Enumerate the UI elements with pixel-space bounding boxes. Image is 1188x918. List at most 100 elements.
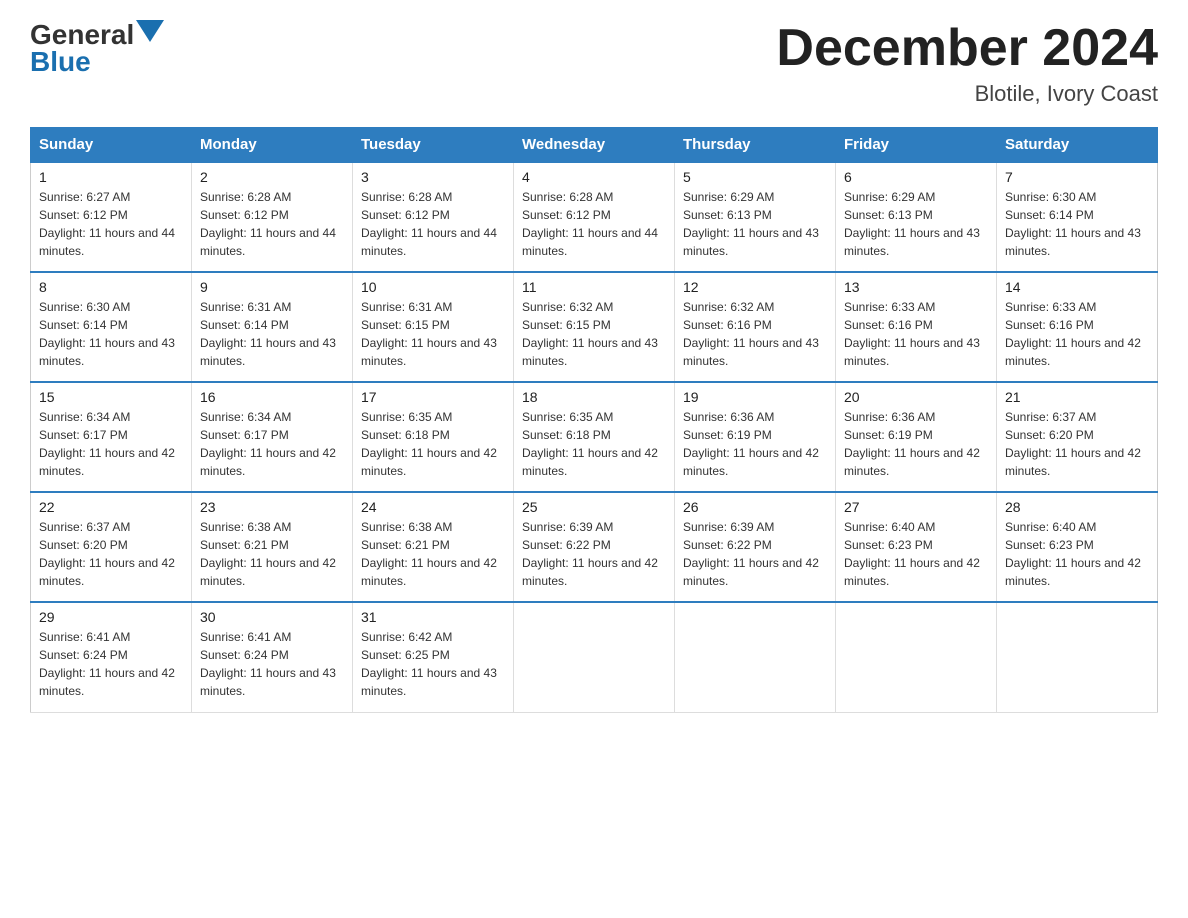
day-info: Sunrise: 6:32 AMSunset: 6:16 PMDaylight:… <box>683 298 827 370</box>
day-number: 20 <box>844 389 988 405</box>
day-info: Sunrise: 6:32 AMSunset: 6:15 PMDaylight:… <box>522 298 666 370</box>
day-number: 30 <box>200 609 344 625</box>
calendar-table: SundayMondayTuesdayWednesdayThursdayFrid… <box>30 127 1158 713</box>
calendar-cell: 7 Sunrise: 6:30 AMSunset: 6:14 PMDaylight… <box>997 162 1158 272</box>
page-header: General Blue December 2024 Blotile, Ivor… <box>30 20 1158 107</box>
calendar-cell: 23Sunrise: 6:38 AMSunset: 6:21 PMDayligh… <box>192 492 353 602</box>
day-info: Sunrise: 6:29 AMSunset: 6:13 PMDaylight:… <box>683 188 827 260</box>
calendar-cell: 17 Sunrise: 6:35 AMSunset: 6:18 PMDayligh… <box>353 382 514 492</box>
calendar-cell <box>836 602 997 712</box>
calendar-header-thursday: Thursday <box>675 128 836 163</box>
logo-arrow-icon <box>136 20 164 48</box>
day-info: Sunrise: 6:30 AMSunset: 6:14 PMDaylight:… <box>1005 188 1149 260</box>
calendar-week-row: 8 Sunrise: 6:30 AMSunset: 6:14 PMDaylight… <box>31 272 1158 382</box>
day-number: 19 <box>683 389 827 405</box>
calendar-cell: 10 Sunrise: 6:31 AMSunset: 6:15 PMDayligh… <box>353 272 514 382</box>
day-info: Sunrise: 6:33 AMSunset: 6:16 PMDaylight:… <box>844 298 988 370</box>
calendar-header-friday: Friday <box>836 128 997 163</box>
calendar-cell <box>997 602 1158 712</box>
calendar-cell: 30 Sunrise: 6:41 AMSunset: 6:24 PMDayligh… <box>192 602 353 712</box>
logo-blue-text: Blue <box>30 48 91 76</box>
calendar-cell: 25Sunrise: 6:39 AMSunset: 6:22 PMDayligh… <box>514 492 675 602</box>
day-info: Sunrise: 6:28 AMSunset: 6:12 PMDaylight:… <box>361 188 505 260</box>
calendar-cell: 8 Sunrise: 6:30 AMSunset: 6:14 PMDaylight… <box>31 272 192 382</box>
title-block: December 2024 Blotile, Ivory Coast <box>776 20 1158 107</box>
day-info: Sunrise: 6:27 AMSunset: 6:12 PMDaylight:… <box>39 188 183 260</box>
day-number: 31 <box>361 609 505 625</box>
calendar-cell: 19 Sunrise: 6:36 AMSunset: 6:19 PMDayligh… <box>675 382 836 492</box>
day-number: 14 <box>1005 279 1149 295</box>
calendar-cell: 31 Sunrise: 6:42 AMSunset: 6:25 PMDayligh… <box>353 602 514 712</box>
day-info: Sunrise: 6:41 AMSunset: 6:24 PMDaylight:… <box>39 628 183 700</box>
day-number: 29 <box>39 609 183 625</box>
calendar-cell: 12 Sunrise: 6:32 AMSunset: 6:16 PMDayligh… <box>675 272 836 382</box>
day-number: 10 <box>361 279 505 295</box>
calendar-cell: 27Sunrise: 6:40 AMSunset: 6:23 PMDayligh… <box>836 492 997 602</box>
calendar-week-row: 15 Sunrise: 6:34 AMSunset: 6:17 PMDayligh… <box>31 382 1158 492</box>
calendar-cell: 13 Sunrise: 6:33 AMSunset: 6:16 PMDayligh… <box>836 272 997 382</box>
day-number: 2 <box>200 169 344 185</box>
day-number: 8 <box>39 279 183 295</box>
page-title: December 2024 <box>776 20 1158 77</box>
calendar-cell: 1Sunrise: 6:27 AMSunset: 6:12 PMDaylight… <box>31 162 192 272</box>
day-number: 27 <box>844 499 988 515</box>
day-info: Sunrise: 6:34 AMSunset: 6:17 PMDaylight:… <box>39 408 183 480</box>
day-info: Sunrise: 6:38 AMSunset: 6:21 PMDaylight:… <box>200 518 344 590</box>
calendar-cell: 24Sunrise: 6:38 AMSunset: 6:21 PMDayligh… <box>353 492 514 602</box>
day-number: 6 <box>844 169 988 185</box>
calendar-header-sunday: Sunday <box>31 128 192 163</box>
day-info: Sunrise: 6:42 AMSunset: 6:25 PMDaylight:… <box>361 628 505 700</box>
calendar-cell: 6 Sunrise: 6:29 AMSunset: 6:13 PMDaylight… <box>836 162 997 272</box>
day-number: 4 <box>522 169 666 185</box>
day-info: Sunrise: 6:35 AMSunset: 6:18 PMDaylight:… <box>361 408 505 480</box>
page-subtitle: Blotile, Ivory Coast <box>776 81 1158 107</box>
day-number: 12 <box>683 279 827 295</box>
day-info: Sunrise: 6:40 AMSunset: 6:23 PMDaylight:… <box>1005 518 1149 590</box>
calendar-cell: 16 Sunrise: 6:34 AMSunset: 6:17 PMDayligh… <box>192 382 353 492</box>
calendar-header-saturday: Saturday <box>997 128 1158 163</box>
calendar-week-row: 29 Sunrise: 6:41 AMSunset: 6:24 PMDayligh… <box>31 602 1158 712</box>
day-number: 21 <box>1005 389 1149 405</box>
day-info: Sunrise: 6:30 AMSunset: 6:14 PMDaylight:… <box>39 298 183 370</box>
day-number: 3 <box>361 169 505 185</box>
calendar-cell: 9Sunrise: 6:31 AMSunset: 6:14 PMDaylight… <box>192 272 353 382</box>
day-info: Sunrise: 6:41 AMSunset: 6:24 PMDaylight:… <box>200 628 344 700</box>
day-number: 28 <box>1005 499 1149 515</box>
day-number: 22 <box>39 499 183 515</box>
calendar-cell: 11Sunrise: 6:32 AMSunset: 6:15 PMDayligh… <box>514 272 675 382</box>
calendar-header-monday: Monday <box>192 128 353 163</box>
day-info: Sunrise: 6:39 AMSunset: 6:22 PMDaylight:… <box>522 518 666 590</box>
day-info: Sunrise: 6:36 AMSunset: 6:19 PMDaylight:… <box>683 408 827 480</box>
day-info: Sunrise: 6:31 AMSunset: 6:15 PMDaylight:… <box>361 298 505 370</box>
calendar-cell <box>675 602 836 712</box>
logo: General Blue <box>30 20 164 76</box>
calendar-cell: 21Sunrise: 6:37 AMSunset: 6:20 PMDayligh… <box>997 382 1158 492</box>
day-number: 13 <box>844 279 988 295</box>
calendar-cell: 28 Sunrise: 6:40 AMSunset: 6:23 PMDayligh… <box>997 492 1158 602</box>
day-info: Sunrise: 6:37 AMSunset: 6:20 PMDaylight:… <box>39 518 183 590</box>
calendar-week-row: 1Sunrise: 6:27 AMSunset: 6:12 PMDaylight… <box>31 162 1158 272</box>
day-number: 18 <box>522 389 666 405</box>
calendar-header-tuesday: Tuesday <box>353 128 514 163</box>
logo-general-text: General <box>30 21 134 49</box>
day-info: Sunrise: 6:33 AMSunset: 6:16 PMDaylight:… <box>1005 298 1149 370</box>
day-info: Sunrise: 6:38 AMSunset: 6:21 PMDaylight:… <box>361 518 505 590</box>
day-number: 7 <box>1005 169 1149 185</box>
day-info: Sunrise: 6:29 AMSunset: 6:13 PMDaylight:… <box>844 188 988 260</box>
day-info: Sunrise: 6:36 AMSunset: 6:19 PMDaylight:… <box>844 408 988 480</box>
calendar-cell: 4Sunrise: 6:28 AMSunset: 6:12 PMDaylight… <box>514 162 675 272</box>
calendar-cell: 22 Sunrise: 6:37 AMSunset: 6:20 PMDayligh… <box>31 492 192 602</box>
day-info: Sunrise: 6:31 AMSunset: 6:14 PMDaylight:… <box>200 298 344 370</box>
calendar-cell: 20 Sunrise: 6:36 AMSunset: 6:19 PMDayligh… <box>836 382 997 492</box>
calendar-cell: 29 Sunrise: 6:41 AMSunset: 6:24 PMDayligh… <box>31 602 192 712</box>
day-number: 16 <box>200 389 344 405</box>
calendar-header-row: SundayMondayTuesdayWednesdayThursdayFrid… <box>31 128 1158 163</box>
calendar-cell: 3 Sunrise: 6:28 AMSunset: 6:12 PMDaylight… <box>353 162 514 272</box>
calendar-cell: 5Sunrise: 6:29 AMSunset: 6:13 PMDaylight… <box>675 162 836 272</box>
calendar-week-row: 22 Sunrise: 6:37 AMSunset: 6:20 PMDayligh… <box>31 492 1158 602</box>
calendar-cell <box>514 602 675 712</box>
day-info: Sunrise: 6:34 AMSunset: 6:17 PMDaylight:… <box>200 408 344 480</box>
day-info: Sunrise: 6:28 AMSunset: 6:12 PMDaylight:… <box>200 188 344 260</box>
day-number: 17 <box>361 389 505 405</box>
day-number: 15 <box>39 389 183 405</box>
